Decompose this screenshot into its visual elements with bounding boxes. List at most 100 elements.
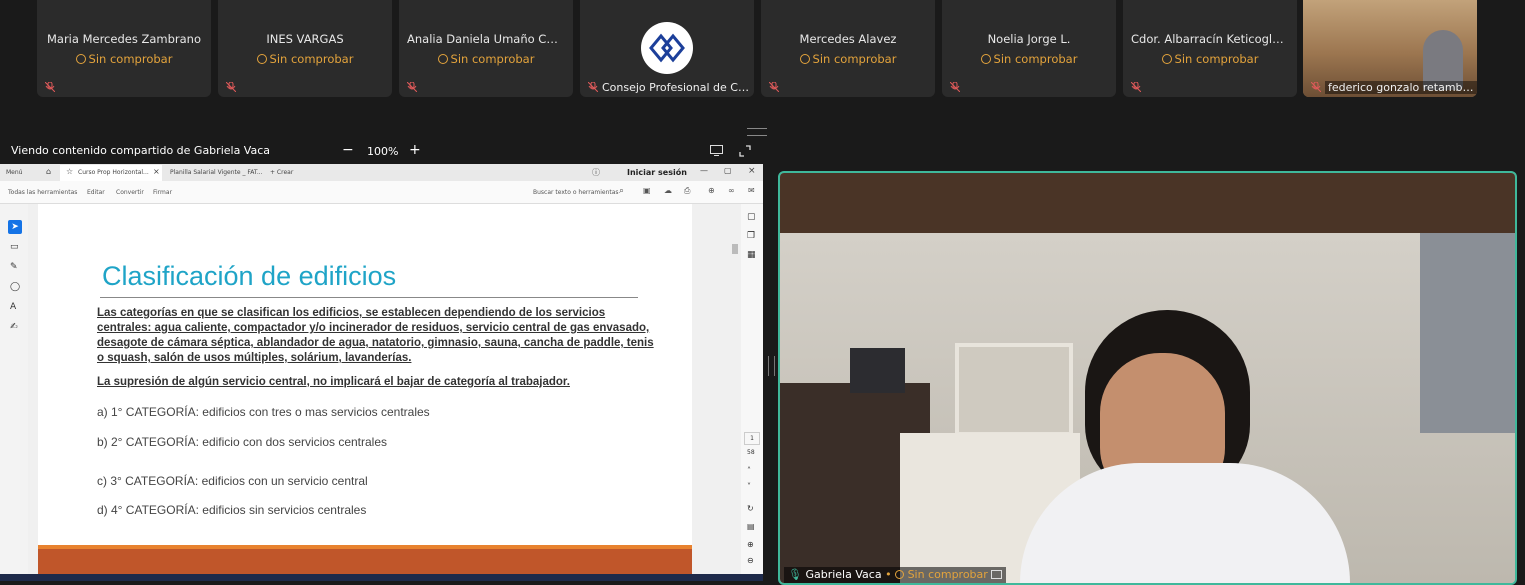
tab-label[interactable]: Planilla Salarial Vigente _ FAT... (170, 169, 263, 176)
zoom-out-button[interactable]: − (342, 142, 354, 158)
splitter-handle[interactable] (768, 356, 775, 376)
tool-convert[interactable]: Convertir (116, 189, 144, 196)
monitor (850, 348, 905, 393)
grid-icon[interactable]: ▦ (747, 250, 756, 260)
slide-list-item: c) 3° CATEGORÍA: edificios con un servic… (97, 474, 368, 488)
resize-handle[interactable] (747, 128, 767, 136)
bookmark-icon[interactable]: ❐ (747, 231, 755, 241)
page-number-input[interactable]: 1 (744, 432, 760, 445)
participant-name: Consejo Profesional de Cie... (602, 81, 750, 94)
slide-paragraph: Las categorías en que se clasifican los … (97, 307, 654, 364)
minimize-icon[interactable]: — (700, 166, 708, 175)
zoom-in-icon[interactable]: ⊕ (747, 540, 754, 549)
close-tab-icon[interactable]: × (153, 167, 160, 176)
shared-screen: Menú ⌂ ☆ Curso Prop Horizontal... × Plan… (0, 164, 763, 581)
status-badge: Sin comprobar (1123, 52, 1297, 66)
participant-name: Noelia Jorge L. (987, 32, 1071, 46)
comment-tool-icon[interactable]: ▭ (10, 242, 19, 252)
maximize-icon[interactable]: ▢ (724, 166, 732, 175)
slide-paragraph: La supresión de algún servicio central, … (97, 376, 570, 388)
slide-list-item: d) 4° CATEGORÍA: edificios sin servicios… (97, 503, 367, 517)
upload-icon[interactable]: ☁ (664, 186, 672, 195)
select-tool-icon[interactable]: ➤ (8, 220, 22, 234)
refresh-icon[interactable]: ↻ (747, 504, 754, 513)
clock-icon (437, 54, 448, 64)
text-tool-icon[interactable]: A (10, 302, 16, 312)
wall-frame (955, 343, 1073, 436)
tool-all[interactable]: Todas las herramientas (8, 189, 77, 196)
participant-tile[interactable]: federico gonzalo retambay ... (1303, 0, 1477, 97)
participant-tile[interactable]: Consejo Profesional de Cie... (580, 0, 754, 97)
star-icon: ☆ (66, 167, 74, 176)
print-icon[interactable]: ⎙ (684, 186, 690, 196)
tool-sign[interactable]: Firmar (153, 189, 172, 196)
participant-tile[interactable]: Mercedes Alavez Sin comprobar (761, 0, 935, 97)
mic-muted-icon (226, 82, 236, 92)
mail-icon[interactable]: ✉ (748, 186, 755, 195)
tool-edit[interactable]: Editar (87, 189, 105, 196)
participant-name: Mercedes Alavez (799, 32, 897, 46)
link-icon[interactable]: ∞ (728, 186, 735, 195)
participant-name: INES VARGAS (266, 32, 344, 46)
lasso-tool-icon[interactable]: ◯ (10, 282, 20, 292)
zoom-level: 100% (367, 145, 399, 158)
tab-label: Curso Prop Horizontal... (78, 169, 149, 176)
save-icon[interactable]: ▣ (643, 186, 651, 195)
search-field[interactable]: Buscar texto o herramientas (533, 189, 619, 196)
new-tab-button[interactable]: + Crear (270, 169, 293, 176)
screen-view-icon[interactable] (710, 145, 723, 156)
mic-muted-icon (1131, 82, 1141, 92)
screen-share-icon (991, 570, 1003, 579)
scrollbar-thumb[interactable] (732, 244, 738, 254)
zoom-out-icon[interactable]: ⊖ (747, 556, 754, 565)
zoom-in-button[interactable]: + (409, 142, 421, 158)
chevron-up-icon[interactable]: ˄ (747, 466, 751, 475)
mic-muted-icon (950, 82, 960, 92)
clock-icon (1161, 54, 1172, 64)
annotation-toolbar: ➤ ▭ ✎ ◯ A ✍ (0, 204, 28, 581)
document-icon[interactable]: ▤ (747, 522, 755, 531)
search-icon[interactable]: ⌕ (619, 186, 624, 196)
zoom-icon[interactable]: ⊕ (708, 186, 715, 195)
window (1420, 233, 1515, 433)
organization-logo (641, 22, 693, 74)
status-badge: Sin comprobar (399, 52, 573, 66)
mic-muted-icon (588, 82, 598, 92)
clock-icon (980, 54, 991, 64)
viewer-toolbar: Todas las herramientas Editar Convertir … (0, 181, 763, 204)
slide-list-item: a) 1° CATEGORÍA: edificios con tres o ma… (97, 405, 430, 419)
stamp-tool-icon[interactable]: ✍ (10, 322, 18, 332)
comment-icon[interactable]: ▢ (747, 212, 756, 222)
status-badge: Sin comprobar (218, 52, 392, 66)
document-area[interactable]: Clasificación de edificios Las categoría… (28, 204, 741, 581)
participant-tile[interactable]: INES VARGAS Sin comprobar (218, 0, 392, 97)
close-window-icon[interactable]: × (748, 166, 756, 176)
slide-list-item: b) 2° CATEGORÍA: edificio con dos servic… (97, 435, 388, 449)
slide-page: Clasificación de edificios Las categoría… (38, 204, 692, 581)
menu-button[interactable]: Menú (6, 169, 22, 176)
participant-tile[interactable]: Analia Daniela Umaño Chilo Sin comprobar (399, 0, 573, 97)
help-icon[interactable]: ⓘ (592, 167, 600, 178)
participant-name: Maria Mercedes Zambrano (46, 32, 201, 46)
signin-link[interactable]: Iniciar sesión (627, 168, 687, 177)
slide-title: Clasificación de edificios (102, 261, 397, 291)
chevron-down-icon[interactable]: ˅ (747, 482, 751, 491)
ceiling (780, 173, 1515, 233)
mic-muted-icon (1311, 82, 1321, 92)
clock-icon (799, 54, 810, 64)
mic-muted-icon (407, 82, 417, 92)
participant-tile[interactable]: Cdor. Albarracín Keticoglu Jua... Sin co… (1123, 0, 1297, 97)
expand-icon[interactable] (739, 145, 751, 157)
speaker-name: Gabriela Vaca (805, 568, 882, 581)
mic-active-icon: 🎙 (788, 568, 802, 581)
status-badge: Sin comprobar (37, 52, 211, 66)
participant-tile[interactable]: Maria Mercedes Zambrano Sin comprobar (37, 0, 211, 97)
clock-icon (75, 54, 86, 64)
status-badge: Sin comprobar (942, 52, 1116, 66)
participant-name: Cdor. Albarracín Keticoglu Jua... (1131, 32, 1297, 46)
participant-name: federico gonzalo retambay ... (1325, 81, 1477, 94)
participant-tile[interactable]: Noelia Jorge L. Sin comprobar (942, 0, 1116, 97)
home-icon[interactable]: ⌂ (46, 167, 51, 176)
pen-tool-icon[interactable]: ✎ (10, 262, 18, 272)
clock-icon (895, 570, 905, 579)
